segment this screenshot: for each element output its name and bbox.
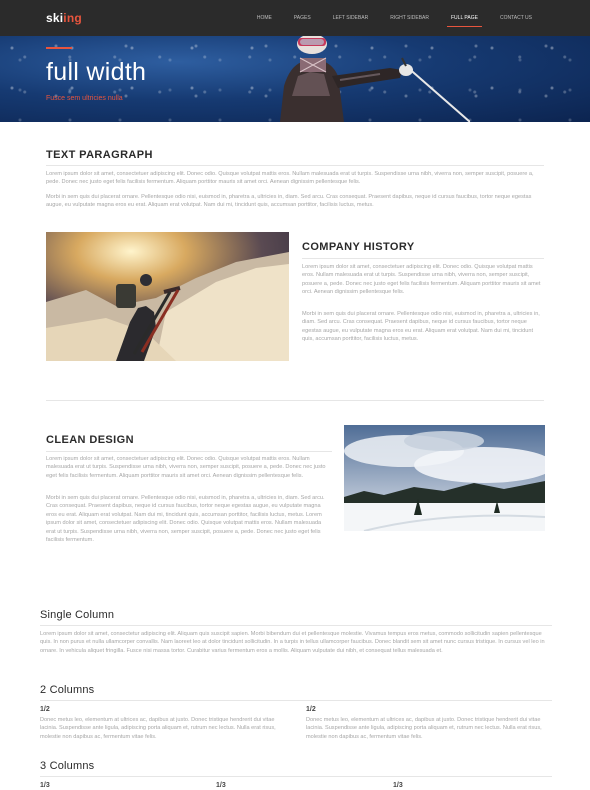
site-logo[interactable]: skiing [46, 11, 82, 25]
logo-part-ing: ing [63, 11, 82, 25]
single-column-text: Lorem ipsum dolor sit amet, consectetur … [40, 631, 545, 654]
nav-contact-us[interactable]: CONTACT US [500, 0, 532, 36]
page-subtitle: Fusce sem ultricies nulla [46, 95, 123, 102]
heading-divider [40, 776, 552, 777]
text-paragraph-p2: Morbi in sem quis dui placerat ornare. P… [46, 194, 532, 209]
main-nav: HOME PAGES LEFT SIDEBAR RIGHT SIDEBAR FU… [235, 0, 532, 36]
page-title: full width [46, 58, 147, 86]
top-navbar: skiing HOME PAGES LEFT SIDEBAR RIGHT SID… [0, 0, 590, 36]
nav-pages[interactable]: PAGES [294, 0, 311, 36]
column-fraction-label: 1/2 [306, 706, 316, 713]
nav-right-sidebar[interactable]: RIGHT SIDEBAR [390, 0, 429, 36]
clean-design-p2: Morbi in sem quis dui placerat ornare. P… [46, 495, 325, 544]
hero-skier-image [280, 36, 470, 122]
nav-full-page[interactable]: FULL PAGE [447, 0, 482, 36]
heading-divider [46, 165, 544, 166]
clean-design-heading: CLEAN DESIGN [46, 434, 134, 446]
snowy-landscape-image [344, 425, 545, 531]
single-column-heading: Single Column [40, 609, 115, 621]
nav-home[interactable]: HOME [257, 0, 272, 36]
company-history-p2: Morbi in sem quis dui placerat ornare. P… [302, 311, 540, 343]
three-columns-heading: 3 Columns [40, 760, 95, 772]
heading-divider [302, 258, 544, 259]
heading-divider [46, 451, 332, 452]
two-columns-heading: 2 Columns [40, 684, 95, 696]
column-fraction-label: 1/3 [393, 782, 403, 789]
two-columns-text-left: Donec metus leo, elementum at ultrices a… [40, 717, 276, 740]
nav-left-sidebar[interactable]: LEFT SIDEBAR [333, 0, 368, 36]
company-history-p1: Lorem ipsum dolor sit amet, consectetuer… [302, 264, 541, 296]
text-paragraph-p1: Lorem ipsum dolor sit amet, consectetuer… [46, 171, 534, 186]
clean-design-p1: Lorem ipsum dolor sit amet, consectetuer… [46, 456, 326, 479]
section-divider [46, 400, 544, 401]
hero-banner: full width Fusce sem ultricies nulla [0, 36, 590, 122]
logo-part-ski: ski [46, 11, 64, 25]
hero-accent-line [46, 47, 72, 49]
column-fraction-label: 1/3 [40, 782, 50, 789]
text-paragraph-heading: TEXT PARAGRAPH [46, 149, 153, 161]
mountain-skier-image [46, 232, 289, 361]
company-history-heading: COMPANY HISTORY [302, 241, 415, 253]
column-fraction-label: 1/3 [216, 782, 226, 789]
column-fraction-label: 1/2 [40, 706, 50, 713]
two-columns-text-right: Donec metus leo, elementum at ultrices a… [306, 717, 542, 740]
heading-divider [40, 700, 552, 701]
heading-divider [40, 625, 552, 626]
